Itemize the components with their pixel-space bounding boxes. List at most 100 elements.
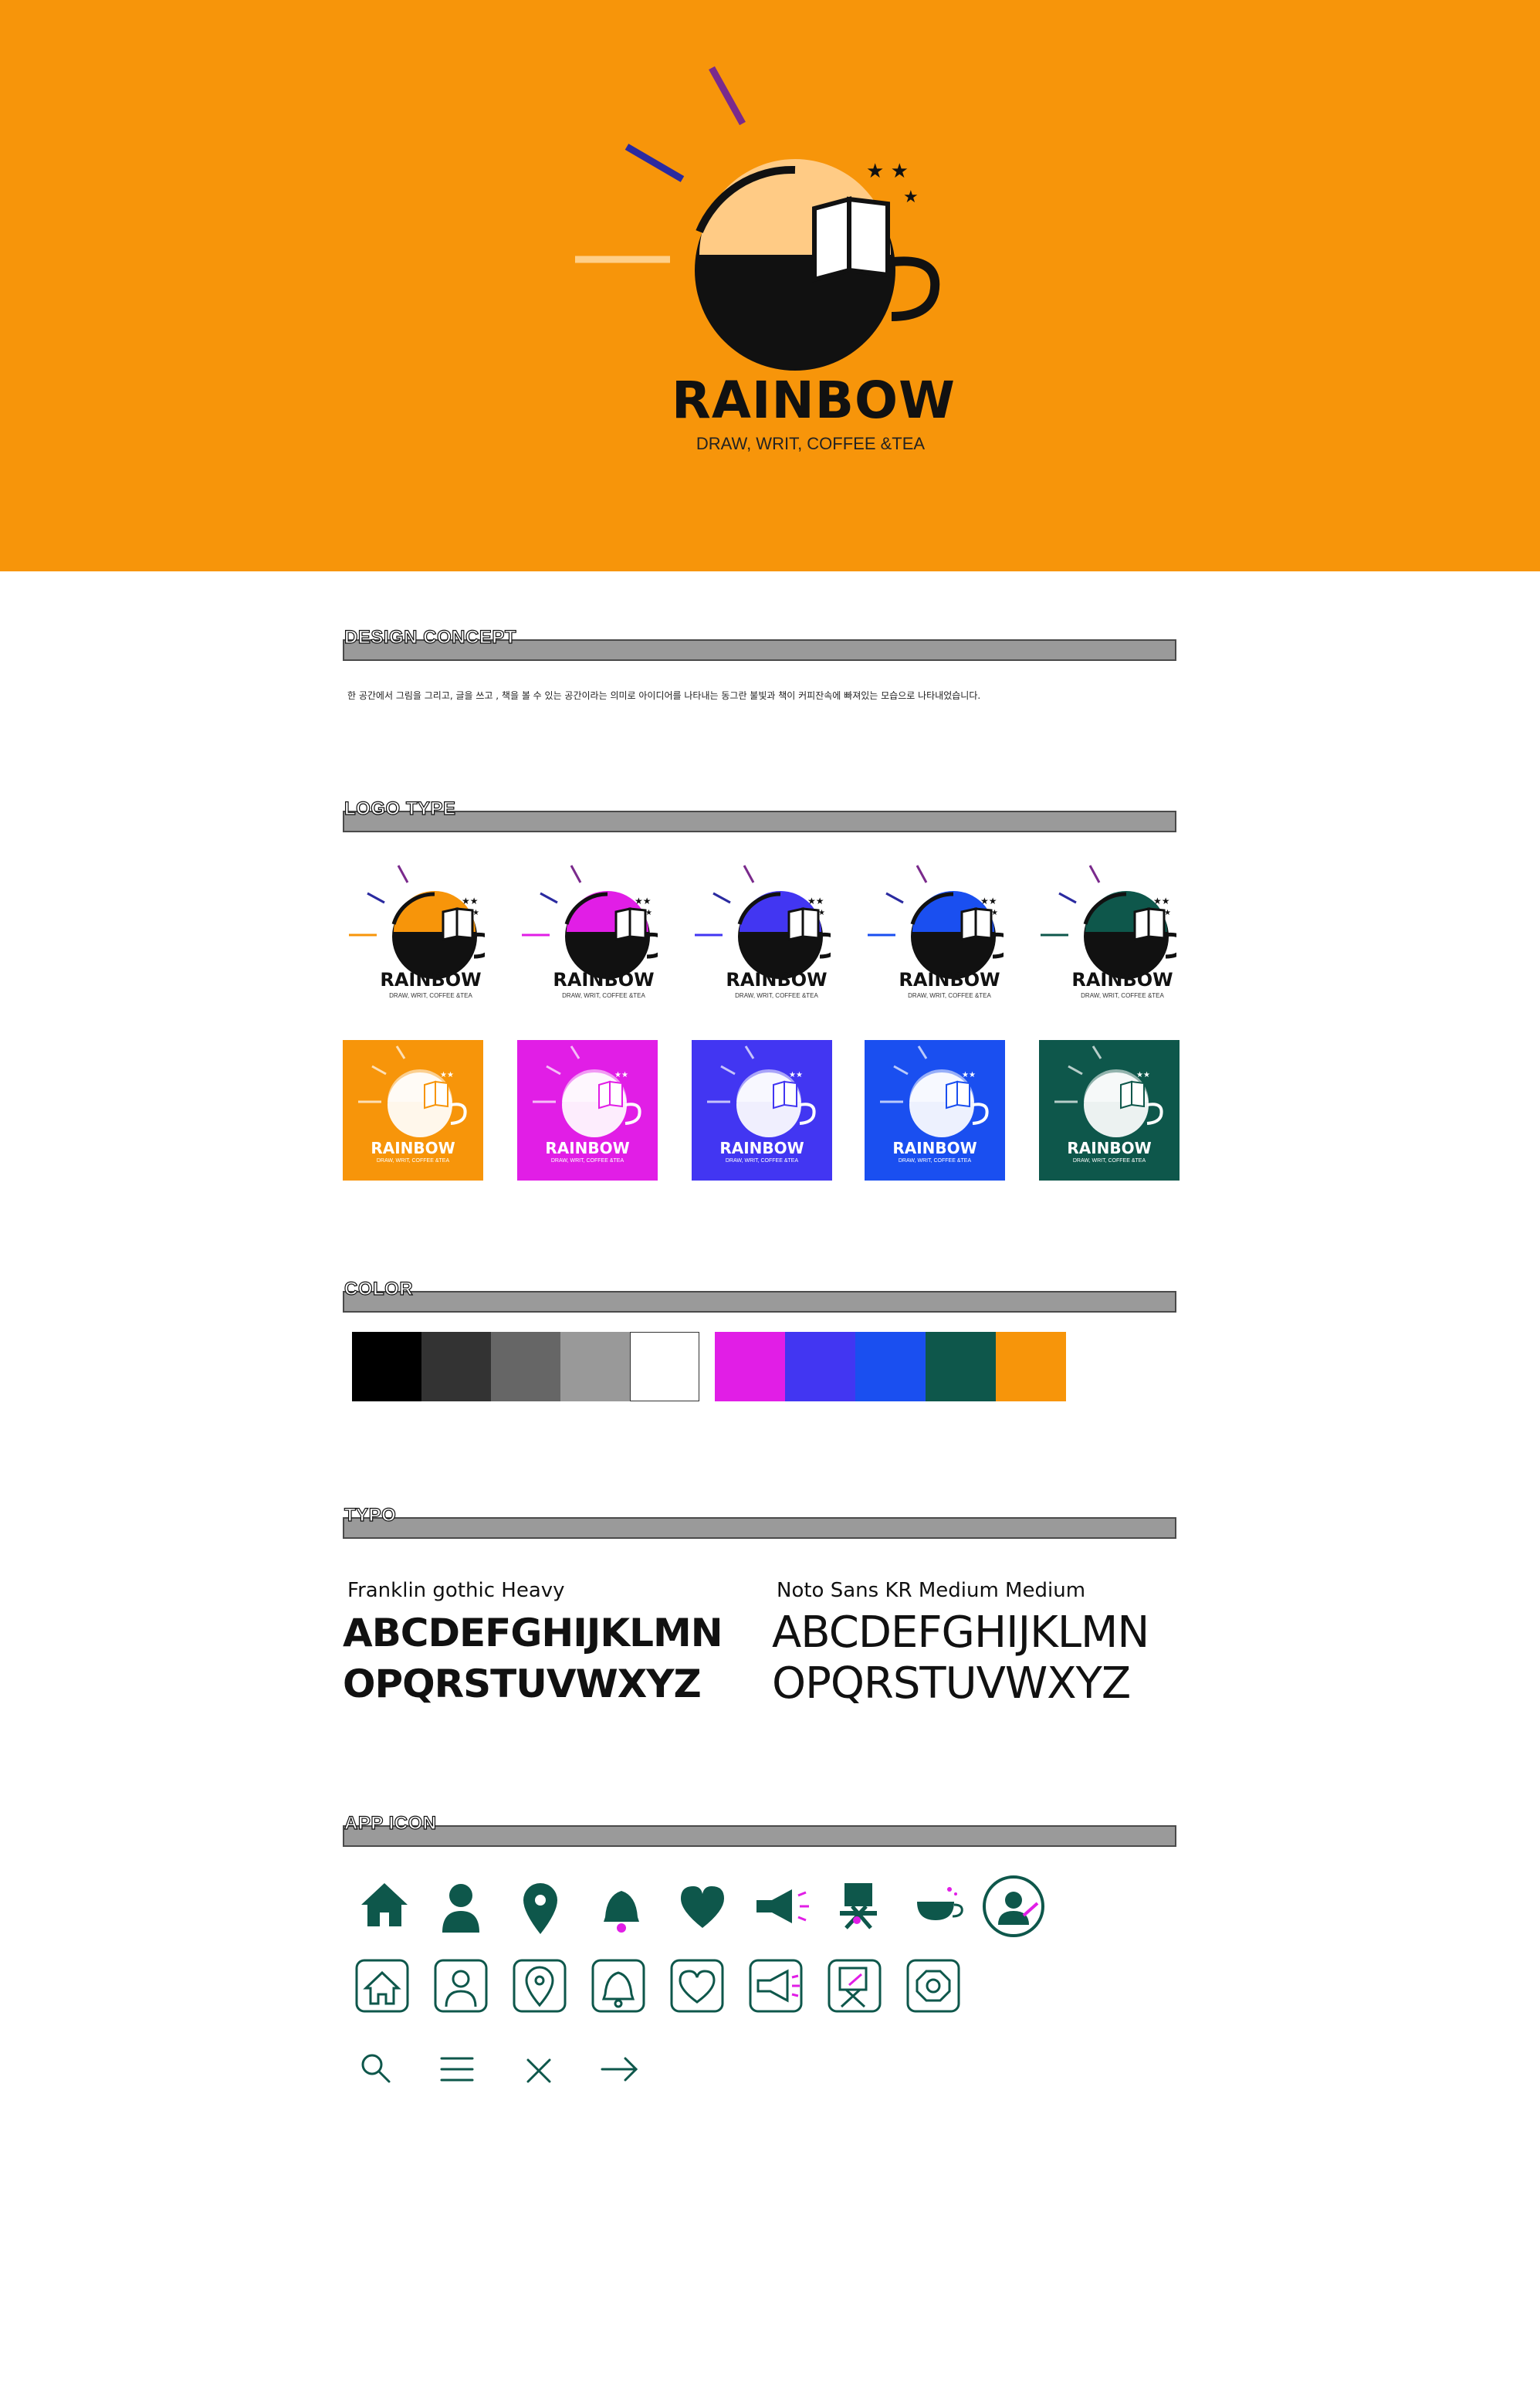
color-swatch-gray — [491, 1332, 560, 1401]
svg-text:★★: ★★ — [440, 1071, 454, 1079]
arrow-right-icon — [601, 2057, 638, 2082]
logo-tile-name: RAINBOW — [719, 1139, 804, 1157]
line-icon-row — [361, 2054, 638, 2083]
svg-text:★★: ★★ — [980, 896, 997, 906]
logo-variant-tagline: DRAW, WRIT, COFFEE &TEA — [908, 992, 991, 999]
user-outline-icon — [434, 1959, 488, 2013]
logo-book — [812, 196, 851, 283]
bell-icon — [604, 1891, 639, 1933]
logo-tile-name: RAINBOW — [545, 1139, 630, 1157]
svg-text:★★: ★★ — [462, 896, 479, 906]
logo-variant-tagline: DRAW, WRIT, COFFEE &TEA — [1081, 992, 1164, 999]
logo-variant: ★★ ★ RAINBOW DRAW, WRIT, COFFEE &TEA — [865, 861, 1004, 1015]
outlined-icon-row — [355, 1959, 960, 2013]
logo-tile-name: RAINBOW — [892, 1139, 977, 1157]
logo-variant-name: RAINBOW — [553, 969, 655, 991]
logo-tile-tagline: DRAW, WRIT, COFFEE &TEA — [1072, 1158, 1146, 1164]
filled-icon-row — [361, 1875, 1044, 1937]
logo-variant-name: RAINBOW — [899, 969, 1000, 991]
svg-text:★: ★ — [818, 909, 825, 917]
heart-outline-icon — [670, 1959, 724, 2013]
section-bar-app-icon — [343, 1825, 1176, 1847]
logo-variant: ★★ ★ RAINBOW DRAW, WRIT, COFFEE &TEA — [1037, 861, 1176, 1015]
home-outline-icon — [355, 1959, 409, 2013]
location-outline-icon — [513, 1959, 567, 2013]
font2-sample-line2: OPQRSTUVWXYZ — [772, 1658, 1131, 1709]
logo-tile-tagline: DRAW, WRIT, COFFEE &TEA — [550, 1158, 624, 1164]
section-title-design-concept: DESIGN CONCEPT — [344, 626, 517, 648]
heart-icon — [681, 1886, 724, 1928]
svg-text:★: ★ — [1164, 909, 1171, 917]
color-swatch-brand — [855, 1332, 926, 1401]
color-swatch-gray — [560, 1332, 630, 1401]
megaphone-icon — [756, 1889, 809, 1923]
logo-variant-tagline: DRAW, WRIT, COFFEE &TEA — [735, 992, 818, 999]
brand-tagline: DRAW, WRIT, COFFEE &TEA — [696, 434, 926, 453]
logo-tile: ★★ RAINBOW DRAW, WRIT, COFFEE &TEA — [343, 1040, 483, 1181]
svg-text:★★: ★★ — [789, 1071, 803, 1079]
bell-outline-icon — [591, 1959, 645, 2013]
svg-text:★★: ★★ — [962, 1071, 976, 1079]
color-swatch-brand — [715, 1332, 785, 1401]
megaphone-outline-icon — [749, 1959, 803, 2013]
home-icon — [361, 1883, 408, 1926]
settings-outline-icon — [906, 1959, 960, 2013]
logo-tile-name: RAINBOW — [371, 1139, 455, 1157]
svg-text:★: ★ — [645, 909, 652, 917]
profile-badge-icon — [983, 1875, 1044, 1937]
easel-outline-icon — [828, 1959, 882, 2013]
color-swatch-gray — [421, 1332, 491, 1401]
logo-tile: ★★ RAINBOW DRAW, WRIT, COFFEE &TEA — [865, 1040, 1005, 1181]
logo-variant: ★★ ★ RAINBOW DRAW, WRIT, COFFEE &TEA — [519, 861, 658, 1015]
hero-banner: ★ ★ ★ RAINBOW DRAW, WRIT, COFFEE &TEA — [0, 0, 1540, 571]
search-icon — [361, 2054, 391, 2083]
logo-tile: ★★ RAINBOW DRAW, WRIT, COFFEE &TEA — [517, 1040, 658, 1181]
easel-icon — [840, 1883, 877, 1929]
svg-text:★★: ★★ — [635, 896, 652, 906]
font1-sample-line1: ABCDEFGHIJKLMN — [343, 1611, 723, 1655]
svg-text:★: ★ — [903, 188, 919, 207]
section-title-typo: TYPO — [344, 1504, 397, 1526]
svg-text:★★: ★★ — [1136, 1071, 1150, 1079]
svg-text:★: ★ — [991, 909, 998, 917]
logo-tile-tagline: DRAW, WRIT, COFFEE &TEA — [376, 1158, 450, 1164]
main-logo-mark: ★ ★ ★ — [575, 66, 940, 371]
section-bar-typo — [343, 1517, 1176, 1539]
font1-sample-line2: OPQRSTUVWXYZ — [343, 1662, 702, 1706]
svg-text:★★: ★★ — [614, 1071, 628, 1079]
color-swatch-gray — [630, 1332, 699, 1401]
menu-icon — [440, 2057, 474, 2082]
svg-text:★★: ★★ — [807, 896, 824, 906]
logo-tile-tagline: DRAW, WRIT, COFFEE &TEA — [725, 1158, 799, 1164]
logo-variant: ★★ ★ RAINBOW DRAW, WRIT, COFFEE &TEA — [346, 861, 485, 1015]
brand-name: RAINBOW — [672, 371, 956, 430]
color-swatch-brand — [785, 1332, 855, 1401]
close-icon — [526, 2058, 551, 2083]
section-title-app-icon: APP ICON — [344, 1812, 437, 1834]
logo-variant-tagline: DRAW, WRIT, COFFEE &TEA — [389, 992, 472, 999]
svg-text:★: ★ — [472, 909, 479, 917]
font2-name: Noto Sans KR Medium Medium — [777, 1579, 1086, 1602]
section-title-logo-type: LOGO TYPE — [344, 798, 456, 819]
logo-ray-purple — [709, 66, 746, 126]
logo-tile-name: RAINBOW — [1067, 1139, 1152, 1157]
color-swatch-brand — [996, 1332, 1066, 1401]
logo-ray-blue — [624, 144, 685, 182]
design-concept-text: 한 공간에서 그림을 그리고, 글을 쓰고 , 책을 볼 수 있는 공간이라는 … — [347, 690, 981, 701]
logo-stars: ★ ★ — [866, 160, 909, 183]
logo-variant-name: RAINBOW — [726, 969, 828, 991]
user-icon — [442, 1884, 479, 1933]
section-title-color: COLOR — [344, 1278, 414, 1299]
section-bar-color — [343, 1291, 1176, 1313]
logo-variant-name: RAINBOW — [1071, 969, 1173, 991]
logo-tile: ★★ RAINBOW DRAW, WRIT, COFFEE &TEA — [1039, 1040, 1180, 1181]
font1-name: Franklin gothic Heavy — [347, 1579, 565, 1602]
color-swatch-gray — [352, 1332, 421, 1401]
logo-variant-tagline: DRAW, WRIT, COFFEE &TEA — [562, 992, 645, 999]
color-swatch-brand — [926, 1332, 996, 1401]
font2-sample-line1: ABCDEFGHIJKLMN — [772, 1608, 1149, 1658]
section-bar-logo-type — [343, 811, 1176, 832]
logo-tile-tagline: DRAW, WRIT, COFFEE &TEA — [898, 1158, 972, 1164]
logo-tile: ★★ RAINBOW DRAW, WRIT, COFFEE &TEA — [692, 1040, 832, 1181]
svg-text:★★: ★★ — [1153, 896, 1170, 906]
